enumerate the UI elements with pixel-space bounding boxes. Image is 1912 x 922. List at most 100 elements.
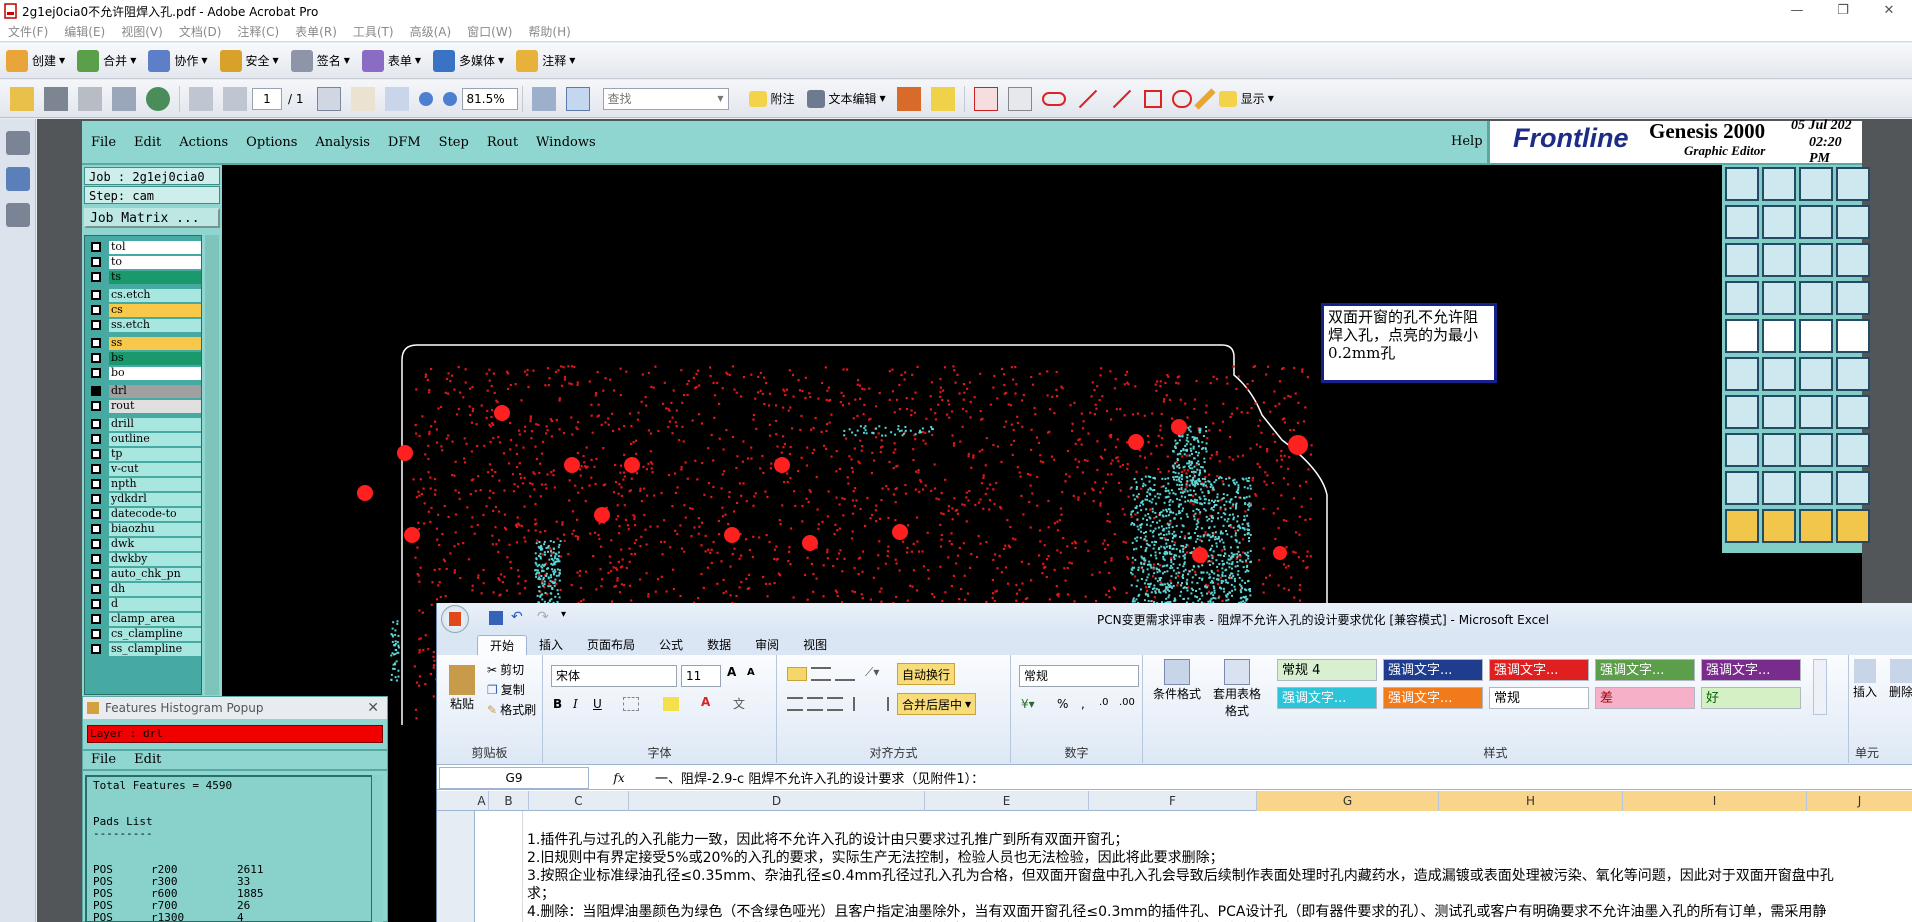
layer-checkbox[interactable] (91, 386, 101, 396)
layer-checkbox[interactable] (91, 629, 101, 639)
genesis-tool-button[interactable] (1836, 357, 1870, 391)
layer-row-d[interactable]: d (85, 597, 201, 611)
hand-tool-icon[interactable] (350, 86, 375, 111)
layer-checkbox[interactable] (91, 434, 101, 444)
next-page-icon[interactable] (223, 86, 247, 111)
layer-checkbox[interactable] (91, 584, 101, 594)
layer-row-cs[interactable]: cs (85, 303, 201, 317)
combine-button[interactable]: 合并 ▼ (71, 46, 142, 76)
menu-tools[interactable]: 工具(T) (345, 23, 402, 40)
menu-view[interactable]: 视图(V) (113, 23, 171, 40)
genesis-tool-button[interactable] (1762, 357, 1796, 391)
genesis-tool-button[interactable] (1799, 395, 1833, 429)
layer-row-ydkdrl[interactable]: ydkdrl (85, 492, 201, 506)
highlight-icon[interactable] (930, 86, 955, 111)
cell-style-option[interactable]: 差 (1595, 687, 1695, 709)
genesis-tool-button[interactable] (1762, 319, 1796, 353)
sign-button[interactable]: 签名 ▼ (285, 46, 356, 76)
tab-home[interactable]: 开始 (477, 635, 528, 655)
layer-checkbox[interactable] (91, 353, 101, 363)
column-header-D[interactable]: D (629, 791, 925, 811)
layer-row-bs[interactable]: bs (85, 351, 201, 365)
genesis-tool-button[interactable] (1836, 167, 1870, 201)
menu-window[interactable]: 窗口(W) (459, 23, 520, 40)
genesis-menu-file[interactable]: File (82, 135, 125, 150)
genesis-tool-button[interactable] (1762, 281, 1796, 315)
fit-page-icon[interactable] (531, 86, 556, 111)
cell-style-option[interactable]: 常规 4 (1277, 659, 1377, 681)
layer-row-ts[interactable]: ts (85, 270, 201, 284)
genesis-tool-button[interactable] (1799, 433, 1833, 467)
genesis-tool-button[interactable] (1799, 357, 1833, 391)
layer-row-drl[interactable]: drl (85, 384, 201, 398)
styles-scroll[interactable] (1813, 659, 1827, 715)
fill-color-icon[interactable] (663, 697, 679, 711)
tab-insert[interactable]: 插入 (527, 635, 575, 655)
align-left-icon[interactable] (787, 697, 803, 711)
bold-icon[interactable]: B (553, 697, 562, 711)
textbox-icon[interactable] (1007, 86, 1032, 111)
genesis-tool-button[interactable] (1799, 471, 1833, 505)
layer-checkbox[interactable] (91, 449, 101, 459)
column-header-I[interactable]: I (1623, 791, 1807, 811)
pages-icon[interactable] (6, 131, 30, 155)
column-header-H[interactable]: H (1439, 791, 1623, 811)
name-box[interactable]: G9 (439, 766, 589, 789)
genesis-tool-button[interactable] (1836, 395, 1870, 429)
prev-page-icon[interactable] (189, 86, 213, 111)
find-input[interactable]: 查找 ▼ (602, 87, 729, 110)
cell-style-option[interactable]: 强调文字... (1277, 687, 1377, 709)
layer-row-rout[interactable]: rout (85, 399, 201, 413)
text-edit-button[interactable]: 文本编辑 ▼ (801, 84, 892, 114)
layer-checkbox[interactable] (91, 464, 101, 474)
layer-checkbox[interactable] (91, 614, 101, 624)
copy-button[interactable]: ❐ 复制 (487, 681, 525, 698)
increase-indent-icon[interactable] (873, 697, 889, 711)
layer-checkbox[interactable] (91, 305, 101, 315)
customize-qat-icon[interactable]: ▾ (561, 609, 566, 620)
arrow-icon[interactable] (1078, 89, 1097, 108)
save-icon[interactable] (489, 611, 503, 625)
genesis-tool-button[interactable] (1836, 319, 1870, 353)
menu-document[interactable]: 文档(D) (171, 23, 230, 40)
genesis-menu-actions[interactable]: Actions (170, 135, 237, 150)
genesis-tool-button[interactable] (1725, 509, 1759, 543)
layer-row-cs_clampline[interactable]: cs_clampline (85, 627, 201, 641)
tab-page-layout[interactable]: 页面布局 (575, 635, 647, 655)
layer-row-to[interactable]: to (85, 255, 201, 269)
minimize-icon[interactable]: — (1774, 0, 1820, 22)
genesis-tool-button[interactable] (1799, 243, 1833, 277)
genesis-menu-dfm[interactable]: DFM (379, 135, 430, 150)
genesis-tool-button[interactable] (1725, 243, 1759, 277)
cell-style-option[interactable]: 强调文字... (1489, 659, 1589, 681)
column-header-C[interactable]: C (529, 791, 629, 811)
genesis-tool-button[interactable] (1799, 509, 1833, 543)
genesis-tool-button[interactable] (1836, 433, 1870, 467)
column-header-G[interactable]: G (1257, 791, 1439, 811)
layer-row-auto_chk_pn[interactable]: auto_chk_pn (85, 567, 201, 581)
genesis-tool-button[interactable] (1836, 243, 1870, 277)
layer-row-bo[interactable]: bo (85, 366, 201, 380)
forms-button[interactable]: 表单 ▼ (356, 46, 427, 76)
layer-scrollbar[interactable] (205, 235, 219, 695)
cut-button[interactable]: ✂ 剪切 (487, 661, 524, 678)
histogram-scrollbar[interactable] (371, 775, 383, 922)
orientation-icon[interactable]: ⟋▾ (865, 665, 879, 680)
restore-icon[interactable]: ❐ (1820, 0, 1866, 22)
genesis-tool-button[interactable] (1762, 471, 1796, 505)
layer-row-dwkby[interactable]: dwkby (85, 552, 201, 566)
cloud-icon[interactable] (1041, 91, 1066, 106)
layer-checkbox[interactable] (91, 272, 101, 282)
genesis-tool-button[interactable] (1725, 395, 1759, 429)
layer-row-dh[interactable]: dh (85, 582, 201, 596)
genesis-tool-button[interactable] (1725, 357, 1759, 391)
genesis-tool-button[interactable] (1799, 167, 1833, 201)
genesis-tool-button[interactable] (1725, 205, 1759, 239)
genesis-tool-button[interactable] (1799, 319, 1833, 353)
formula-input[interactable]: 一、阻焊-2.9-c 阻焊不允许入孔的设计要求（见附件1）： (655, 768, 984, 787)
genesis-tool-button[interactable] (1725, 281, 1759, 315)
layer-checkbox[interactable] (91, 242, 101, 252)
popup-menu-file[interactable]: File (91, 752, 116, 767)
menu-file[interactable]: 文件(F) (0, 23, 56, 40)
layer-row-clamp_area[interactable]: clamp_area (85, 612, 201, 626)
